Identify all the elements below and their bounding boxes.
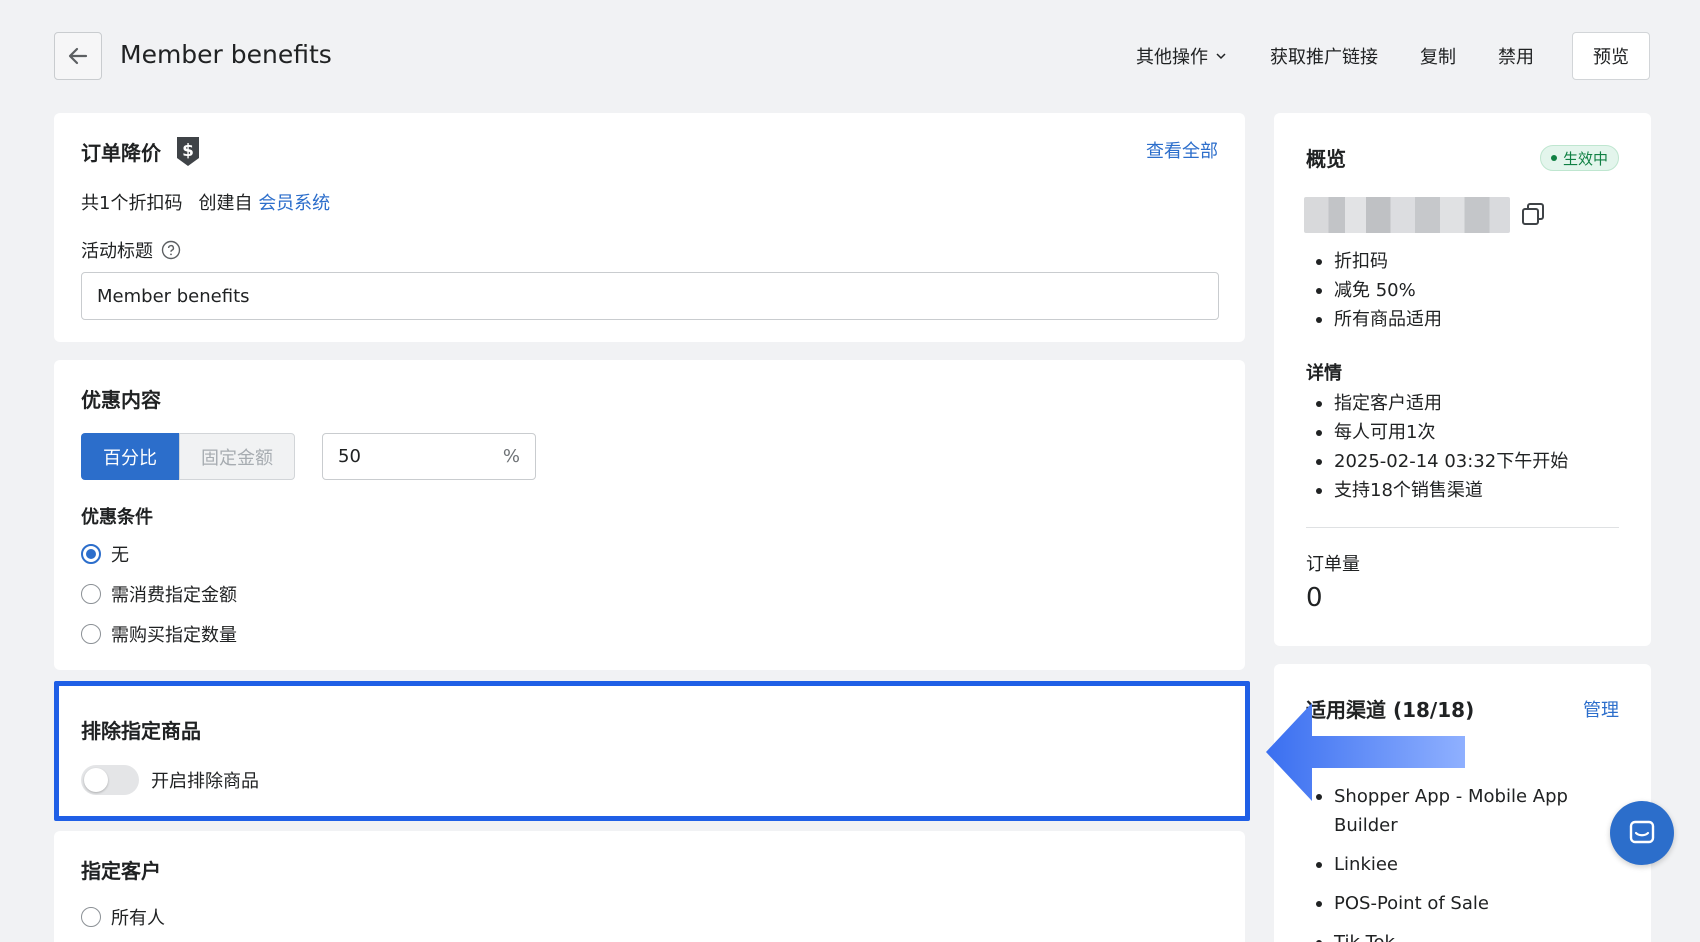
svg-text:$: $	[182, 141, 194, 161]
page-title: Member benefits	[120, 40, 332, 69]
list-item: Linkiee	[1306, 850, 1606, 879]
condition-none[interactable]: 无	[81, 542, 237, 566]
status-badge: 生效中	[1539, 145, 1619, 171]
member-system-link[interactable]: 会员系统	[258, 193, 330, 214]
condition-radio-group: 无 需消费指定金额 需购买指定数量	[81, 542, 237, 646]
list-item: 支持18个销售渠道	[1306, 476, 1568, 505]
list-item: 减免 50%	[1306, 276, 1442, 305]
offer-content-card: 优惠内容 百分比 固定金额 50 % 优惠条件 无 需消费指定金额 需购买指定数…	[54, 360, 1245, 670]
copy-button[interactable]: 复制	[1420, 43, 1456, 69]
preview-button[interactable]: 预览	[1572, 32, 1650, 80]
header-actions: 其他操作 获取推广链接 复制 禁用 预览	[1136, 32, 1650, 80]
discount-value-input[interactable]: 50 %	[322, 433, 536, 480]
condition-min-amount[interactable]: 需消费指定金额	[81, 582, 237, 606]
radio-unchecked[interactable]	[81, 624, 101, 644]
list-item: 2025-02-14 03:32下午开始	[1306, 447, 1568, 476]
page-header: Member benefits 其他操作 获取推广链接 复制 禁用 预览	[54, 32, 1650, 82]
created-from-label: 创建自	[198, 193, 253, 214]
overview-details-list: 指定客户适用 每人可用1次 2025-02-14 03:32下午开始 支持18个…	[1306, 389, 1568, 505]
discount-title: 订单降价	[81, 140, 161, 165]
code-count: 共1个折扣码	[81, 193, 183, 214]
chat-bubble-icon	[1629, 820, 1655, 844]
divider	[1306, 527, 1619, 528]
more-actions-label: 其他操作	[1136, 47, 1208, 68]
arrow-left-icon	[68, 47, 88, 65]
back-button[interactable]	[54, 32, 102, 80]
activity-title-value: Member benefits	[97, 285, 250, 307]
status-label: 生效中	[1562, 149, 1608, 168]
exclude-products-title: 排除指定商品	[81, 719, 201, 743]
overview-summary-list: 折扣码 减免 50% 所有商品适用	[1306, 247, 1442, 334]
list-item: 折扣码	[1306, 247, 1442, 276]
annotation-arrow	[1266, 703, 1465, 801]
exclude-products-card: 排除指定商品 开启排除商品	[54, 681, 1250, 821]
more-actions-dropdown[interactable]: 其他操作	[1136, 43, 1228, 69]
customer-title: 指定客户	[81, 859, 161, 883]
condition-min-quantity[interactable]: 需购买指定数量	[81, 622, 237, 646]
activity-title-label: 活动标题	[81, 241, 153, 262]
condition-min-amount-label: 需消费指定金额	[111, 585, 237, 606]
customer-card: 指定客户 所有人	[54, 831, 1245, 942]
overview-card: 概览 生效中 折扣码 减免 50% 所有商品适用 详情 指定客户适用 每人可用1…	[1274, 113, 1651, 646]
list-item: POS-Point of Sale	[1306, 889, 1606, 918]
disable-button[interactable]: 禁用	[1498, 43, 1534, 69]
radio-unchecked[interactable]	[81, 584, 101, 604]
get-promo-link-button[interactable]: 获取推广链接	[1270, 43, 1378, 69]
status-dot	[1550, 155, 1557, 161]
details-title: 详情	[1306, 363, 1342, 384]
radio-unchecked[interactable]	[81, 907, 101, 927]
list-item: Tik Tok	[1306, 928, 1606, 942]
discount-card: 订单降价 $ 查看全部 共1个折扣码 创建自 会员系统 活动标题 Member …	[54, 113, 1245, 342]
copy-icon[interactable]	[1520, 201, 1546, 227]
view-all-link[interactable]: 查看全部	[1146, 137, 1218, 163]
activity-title-input[interactable]: Member benefits	[81, 272, 1219, 320]
chat-button[interactable]	[1610, 801, 1674, 865]
radio-checked[interactable]	[81, 544, 101, 564]
condition-title: 优惠条件	[81, 507, 153, 528]
discount-value: 50	[338, 446, 361, 467]
overview-title: 概览	[1306, 147, 1346, 171]
customer-all-label: 所有人	[111, 908, 165, 929]
manage-channels-link[interactable]: 管理	[1583, 696, 1619, 722]
price-tag-dollar-icon: $	[177, 137, 199, 166]
offer-content-title: 优惠内容	[81, 388, 161, 412]
percent-unit: %	[502, 446, 520, 467]
fixed-amount-option[interactable]: 固定金额	[179, 433, 295, 480]
chevron-down-icon	[1216, 53, 1226, 60]
condition-min-quantity-label: 需购买指定数量	[111, 625, 237, 646]
list-item: 指定客户适用	[1306, 389, 1568, 418]
percent-option[interactable]: 百分比	[81, 433, 179, 480]
question-circle-icon[interactable]	[161, 240, 181, 260]
exclude-products-toggle-label: 开启排除商品	[151, 771, 259, 792]
condition-none-label: 无	[111, 545, 129, 566]
orders-value: 0	[1306, 583, 1323, 613]
exclude-products-toggle[interactable]	[81, 765, 139, 795]
discount-code-blurred	[1304, 197, 1510, 233]
orders-label: 订单量	[1306, 554, 1360, 575]
list-item: 所有商品适用	[1306, 305, 1442, 334]
customer-all-option[interactable]: 所有人	[81, 905, 165, 929]
list-item: 每人可用1次	[1306, 418, 1568, 447]
discount-type-segmented: 百分比 固定金额	[81, 433, 295, 480]
